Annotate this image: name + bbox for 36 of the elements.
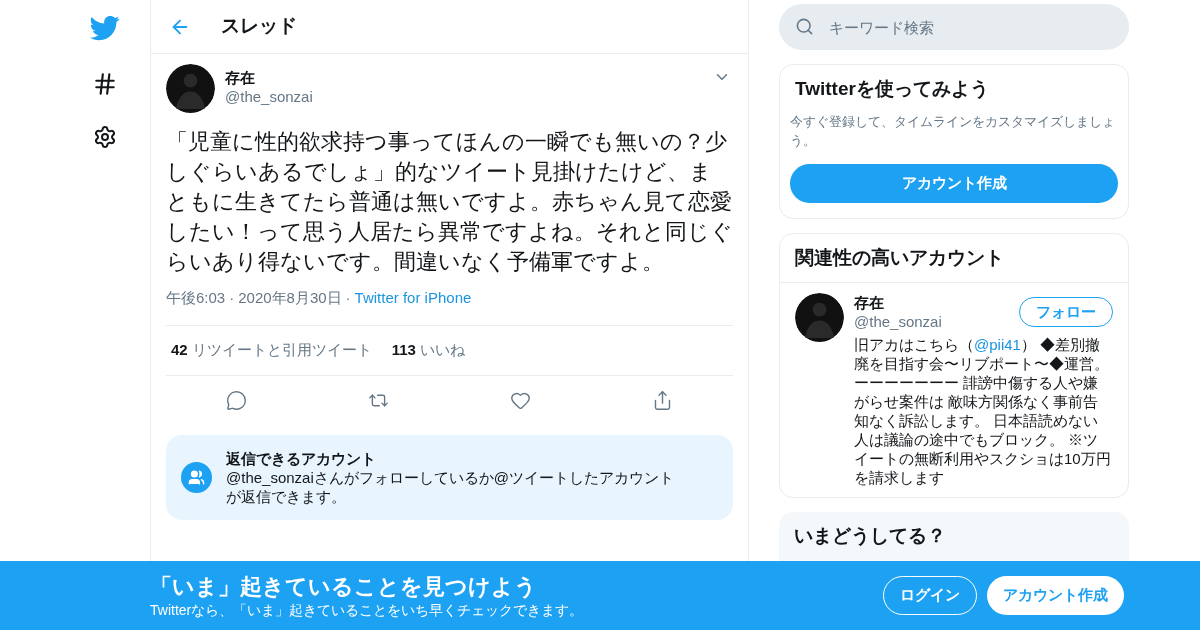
signup-button[interactable]: アカウント作成 — [790, 163, 1118, 203]
settings-icon[interactable] — [93, 125, 117, 149]
stat-label[interactable]: リツイートと引用ツイート — [191, 338, 372, 362]
notice-text: @the_sonzaiさんがフォローしているか@ツイートしたアカウントが返信できます。 — [226, 467, 675, 506]
avatar — [166, 64, 215, 113]
tweet-date: 2020年8月30日 — [238, 288, 342, 308]
card-text: 今すぐ登録して、タイムラインをカスタマイズしましょう。 — [790, 112, 1116, 150]
bird-logo-icon[interactable] — [90, 13, 120, 43]
tweet-text: 「児童に性的欲求持つ事ってほんの一瞬でも無いの？少しぐらいあるでしょ」的なツイート見掛けたけど、まともに生きてたら普通は無いですよ。赤ちゃん見て恋愛したい！って思う人居たら異常ですよね。それと同じぐらいあり得ないです。間違いなく予備軍ですよ。 — [166, 128, 733, 276]
hashtag-icon[interactable] — [92, 71, 118, 97]
banner-text: Twitterなら、「いま」起きていることをいち早くチェックできます。 — [150, 600, 585, 619]
account-handle[interactable]: @the_sonzai — [854, 312, 942, 331]
account-name[interactable]: 存在 — [854, 293, 942, 312]
tweet-source[interactable]: Twitter for iPhone — [354, 287, 472, 310]
search-icon — [795, 17, 814, 36]
separator-dot: · — [345, 288, 351, 308]
mention-link[interactable]: @pii41 — [974, 336, 1021, 353]
author-name[interactable]: 存在 — [225, 68, 703, 87]
page-title: スレッド — [221, 14, 297, 39]
stat-count[interactable]: 42 — [171, 338, 188, 362]
stat-count[interactable]: 113 — [391, 338, 416, 362]
account-bio: 旧アカはこちら（@pii41） ◆差別撤廃を目指す会〜リブポート〜◆運営。ーーーーーーー 誹謗中傷する人や嫌がらせ案件は 敵味方関係なく事前告知なく訴訟します。 日本語読めない人は議論の途中でもブロック。 ※ツイートの無断利用やスクショは10万円を請求します — [854, 335, 1112, 487]
reply-icon[interactable] — [226, 390, 248, 411]
card-title: Twitterを使ってみよう — [794, 77, 990, 101]
people-icon — [181, 461, 212, 493]
signup-button[interactable]: アカウント作成 — [987, 576, 1124, 615]
tweet-time: 午後6:03 — [166, 288, 226, 308]
author-handle[interactable]: @the_sonzai — [225, 87, 703, 106]
notice-title: 返信できるアカウント — [226, 448, 377, 468]
search-field[interactable]: キーワード検索 — [779, 4, 1129, 50]
heart-icon[interactable] — [509, 390, 531, 411]
stat-label[interactable]: いいね — [419, 338, 465, 362]
card-title: 関連性の高いアカウント — [780, 233, 1128, 283]
separator-dot: · — [229, 288, 235, 308]
avatar — [795, 293, 844, 342]
banner-title: 「いま」起きていることを見つけよう — [150, 572, 538, 601]
